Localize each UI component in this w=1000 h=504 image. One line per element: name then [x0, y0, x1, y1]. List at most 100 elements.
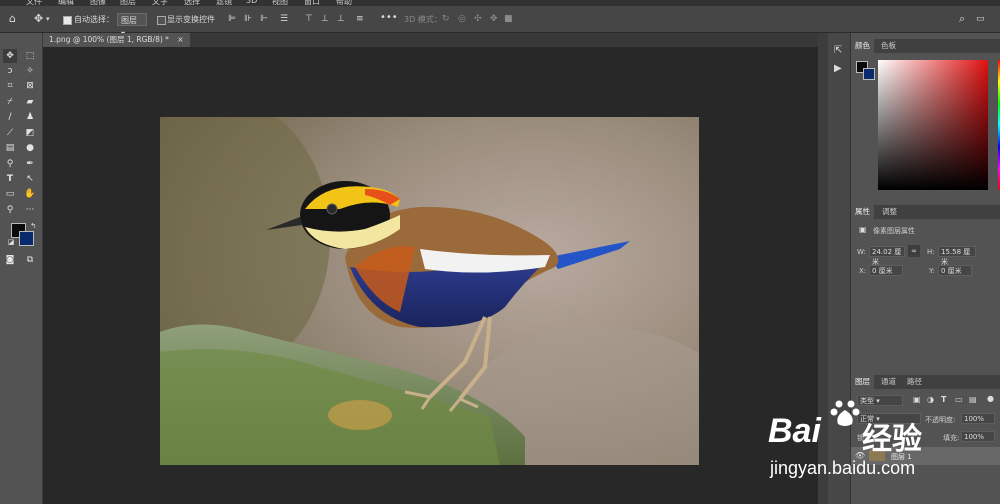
layers-panel-tabs: 图层 通道 路径 — [851, 375, 1000, 389]
path-select-icon[interactable]: ↖ — [23, 172, 37, 186]
color-picker-field[interactable] — [878, 60, 988, 190]
crop-tool-icon[interactable]: ⌗ — [3, 79, 17, 93]
pen-tool-icon[interactable]: ✒ — [23, 157, 37, 171]
frame-tool-icon[interactable]: ⊠ — [23, 79, 37, 93]
filter-shape-icon[interactable]: ▭ — [955, 395, 963, 404]
screen-mode-icon[interactable]: ⧉ — [23, 253, 37, 267]
tab-paths[interactable]: 路径 — [903, 375, 926, 389]
tab-color[interactable]: 颜色 — [851, 39, 874, 53]
eyedropper-icon[interactable]: ⌿ — [3, 95, 17, 109]
bird-photo — [160, 117, 699, 465]
filter-adjust-icon[interactable]: ◑ — [927, 395, 934, 404]
3d-pan-icon[interactable]: ✣ — [474, 11, 482, 27]
align-left-icon[interactable]: ⊫ — [228, 11, 236, 27]
x-label: X: — [859, 267, 867, 275]
fill-label: 填充: — [943, 434, 960, 442]
align-center-icon[interactable]: ⊪ — [244, 11, 252, 27]
history-icon[interactable]: ⇱ — [834, 45, 842, 56]
default-colors-icon[interactable]: ◪ — [4, 235, 18, 249]
rectangle-tool-icon[interactable]: ▭ — [3, 187, 17, 201]
chevron-down-icon[interactable]: ▾ — [46, 11, 50, 27]
opacity-label: 不透明度: — [925, 416, 956, 424]
dodge-tool-icon[interactable]: ⚲ — [3, 157, 17, 171]
workspace-icon[interactable]: ▭ — [976, 11, 985, 27]
options-bar: ⌂ ✥ ▾ 自动选择： 图层 ▾ 显示变换控件 ⊫ ⊪ ⊩ ☰ ⊤ ⊥ ⊥ ≡ … — [0, 6, 1000, 38]
background-color-swatch[interactable] — [19, 231, 34, 246]
close-icon[interactable]: × — [177, 35, 183, 44]
properties-title: 像素图层属性 — [873, 227, 915, 235]
show-transform-label: 显示变换控件 — [167, 15, 215, 24]
filter-kind-dropdown[interactable]: 类型 ▾ — [857, 395, 903, 406]
tab-properties[interactable]: 属性 — [851, 205, 874, 219]
show-transform-checkbox[interactable] — [157, 16, 166, 25]
watermark-brand-cn: 经验 — [862, 423, 922, 456]
x-field[interactable]: 0 厘米 — [869, 265, 903, 276]
3d-camera-icon[interactable]: ■ — [504, 11, 513, 27]
y-field[interactable]: 0 厘米 — [938, 265, 972, 276]
opacity-field[interactable]: 100% — [961, 413, 995, 424]
eraser-tool-icon[interactable]: ◩ — [23, 126, 37, 140]
distribute-vertical-icon[interactable]: ≡ — [356, 11, 364, 27]
lasso-tool-icon[interactable]: ↄ — [3, 64, 17, 78]
filter-smart-icon[interactable]: ▤ — [969, 395, 977, 404]
tab-channels[interactable]: 通道 — [877, 375, 900, 389]
height-label: H: — [927, 248, 935, 256]
align-top-icon[interactable]: ⊤ — [305, 11, 313, 27]
zoom-tool-icon[interactable]: ⚲ — [3, 203, 17, 217]
panel-background-swatch[interactable] — [863, 68, 875, 80]
watermark-url: jingyan.baidu.com — [770, 458, 916, 478]
tab-layers[interactable]: 图层 — [851, 375, 874, 389]
height-field[interactable]: 15.58 厘米 — [938, 246, 976, 266]
width-field[interactable]: 24.02 厘米 — [869, 246, 905, 266]
watermark-brand: Bai — [768, 412, 821, 450]
stamp-tool-icon[interactable]: ♟ — [23, 110, 37, 124]
magic-wand-icon[interactable]: ✧ — [23, 64, 37, 78]
3d-orbit-icon[interactable]: ↻ — [442, 11, 450, 27]
hand-tool-icon[interactable]: ✋ — [23, 187, 37, 201]
type-tool-icon[interactable]: T — [3, 172, 17, 186]
collapsed-panel-dock: ⇱ ▶ — [828, 33, 851, 504]
search-icon[interactable]: ⌕ — [959, 11, 965, 27]
pixel-layer-icon: ▣ — [859, 225, 867, 234]
document-image[interactable] — [160, 117, 699, 465]
ruler-tool-icon[interactable]: ▰ — [23, 95, 37, 109]
tab-swatches[interactable]: 色板 — [877, 39, 900, 53]
play-actions-icon[interactable]: ▶ — [834, 63, 842, 74]
3d-mode-label: 3D 模式： — [404, 15, 442, 24]
home-icon[interactable]: ⌂ — [9, 11, 16, 27]
filter-toggle-icon[interactable]: ● — [987, 394, 994, 403]
document-tab-bar: 1.png @ 100% (图层 1, RGB/8) * × — [43, 33, 818, 47]
auto-select-checkbox[interactable] — [63, 16, 72, 25]
move-tool-icon[interactable]: ✥ — [3, 49, 17, 63]
history-brush-icon[interactable]: ⟋ — [3, 126, 17, 140]
document-tab[interactable]: 1.png @ 100% (图层 1, RGB/8) * × — [43, 33, 190, 47]
tools-panel: ✥ ⬚ ↄ ✧ ⌗ ⊠ ⌿ ▰ ∕ ♟ ⟋ ◩ ▤ ● ⚲ ✒ T ↖ ▭ ✋ … — [0, 33, 43, 504]
color-panel-tabs: 颜色 色板 — [851, 39, 1000, 53]
brush-tool-icon[interactable]: ∕ — [3, 110, 17, 124]
document-tab-title: 1.png @ 100% (图层 1, RGB/8) * — [49, 35, 169, 44]
more-tools-icon[interactable]: ··· — [23, 203, 37, 217]
link-icon[interactable]: ∞ — [908, 245, 920, 257]
baidu-paw-logo — [830, 398, 860, 428]
auto-select-label: 自动选择： — [74, 15, 114, 24]
align-middle-icon[interactable]: ⊥ — [321, 11, 329, 27]
3d-roll-icon[interactable]: ◎ — [458, 11, 466, 27]
blur-tool-icon[interactable]: ● — [23, 141, 37, 155]
align-bottom-icon[interactable]: ⊥ — [337, 11, 345, 27]
3d-slide-icon[interactable]: ✥ — [490, 11, 498, 27]
more-options-icon[interactable]: ••• — [380, 12, 398, 23]
marquee-tool-icon[interactable]: ⬚ — [23, 49, 37, 63]
tab-adjustments[interactable]: 调整 — [878, 205, 901, 219]
menu-3d[interactable]: 3D — [246, 0, 257, 5]
filter-type-icon[interactable]: T — [941, 395, 946, 404]
quick-mask-icon[interactable]: ◙ — [3, 253, 17, 267]
swap-colors-icon[interactable]: ↰ — [26, 219, 40, 233]
move-tool-icon[interactable]: ✥ — [34, 11, 43, 27]
distribute-icon[interactable]: ☰ — [280, 11, 288, 27]
gradient-tool-icon[interactable]: ▤ — [3, 141, 17, 155]
fill-field[interactable]: 100% — [961, 431, 995, 442]
align-right-icon[interactable]: ⊩ — [260, 11, 268, 27]
filter-pixel-icon[interactable]: ▣ — [913, 395, 921, 404]
auto-select-dropdown[interactable]: 图层 ▾ — [117, 13, 147, 38]
canvas-area[interactable] — [43, 47, 818, 504]
